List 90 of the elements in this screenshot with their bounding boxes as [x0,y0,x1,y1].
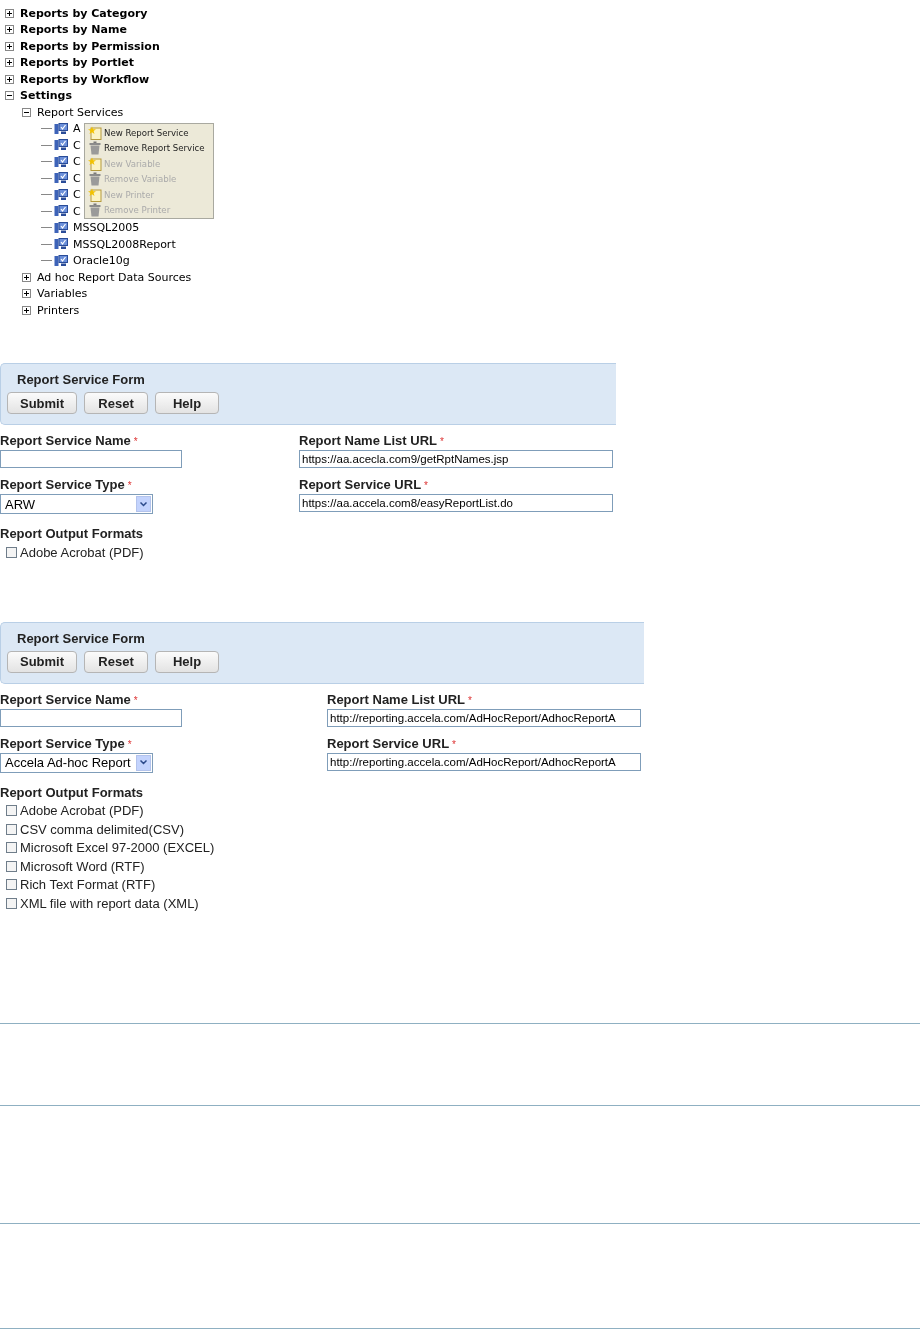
input-field[interactable]: https://aa.acecla.com9/getRptNames.jsp [299,450,613,468]
computer-icon [54,188,68,201]
tree-item[interactable]: C [70,155,81,169]
input-field[interactable]: https://aa.accela.com8/easyReportList.do [299,494,613,512]
input-field[interactable] [0,450,182,468]
form-title: Report Service Form [16,630,146,648]
checkbox-label: Adobe Acrobat (PDF) [20,544,144,560]
checkbox[interactable] [6,879,17,891]
checkbox[interactable] [6,897,17,909]
checkbox-label: CSV comma delimited(CSV) [20,821,184,837]
input-field[interactable]: http://reporting.accela.com/AdHocReport/AdhocReportA [327,752,641,771]
tree-item[interactable]: Reports by Workflow [17,72,150,86]
form-button[interactable]: Reset [84,650,149,673]
tree-item[interactable]: Variables [34,287,88,301]
trash-icon [88,203,102,218]
checkbox-label: Microsoft Excel 97-2000 (EXCEL) [20,840,215,856]
field-label: Report Name List URL * [327,691,473,709]
checkbox-label: Adobe Acrobat (PDF) [20,803,144,819]
tree-item[interactable]: Reports by Name [17,23,127,37]
tree-item[interactable]: A [70,122,81,136]
new-page-icon [88,125,102,140]
form-button[interactable]: Reset [84,392,149,414]
checkbox[interactable] [6,546,17,558]
field-label: Report Service URL * [327,735,457,753]
expand-icon[interactable] [22,305,31,315]
expand-icon[interactable] [5,41,14,51]
expand-icon[interactable] [5,74,14,84]
tree-item[interactable]: Report Services [34,105,124,119]
form-button[interactable]: Help [155,650,220,673]
tree-item[interactable]: MSSQL2005 [70,221,140,235]
type-dropdown[interactable]: Accela Ad-hoc Report [0,752,153,773]
expand-icon[interactable] [5,25,14,35]
expand-icon[interactable] [5,8,14,18]
computer-icon [54,155,68,168]
computer-icon [54,139,68,152]
computer-icon [54,254,68,267]
tree-item[interactable]: Printers [34,303,80,317]
tree-item[interactable]: Reports by Permission [17,39,160,53]
input-field[interactable]: http://reporting.accela.com/AdHocReport/AdhocReportA [327,708,641,727]
checkbox-label: XML file with report data (XML) [20,895,199,911]
expand-icon[interactable] [22,289,31,299]
computer-icon [54,205,68,218]
form-button[interactable]: Submit [7,650,78,673]
tree-item[interactable]: Oracle10g [70,254,130,268]
computer-icon [54,221,68,234]
field-label: Report Service Type * [0,477,133,494]
tree-item[interactable]: Settings [17,89,72,103]
menu-item[interactable]: Remove Report Service [85,140,213,156]
expand-icon[interactable] [5,58,14,68]
tree-item[interactable]: MSSQL2008Report [70,237,176,251]
computer-icon [54,122,68,135]
menu-item[interactable]: New Report Service [85,125,213,141]
checkbox[interactable] [6,860,17,872]
chevron-icon [140,501,147,507]
checkbox[interactable] [6,842,17,854]
field-label: Report Output Formats [0,784,144,802]
collapse-icon[interactable] [5,91,14,101]
checkbox-label: Rich Text Format (RTF) [20,877,156,893]
field-label: Report Service Name * [0,433,139,450]
checkbox[interactable] [6,805,17,817]
tree-item[interactable]: Reports by Category [17,6,148,20]
new-page-icon [88,156,102,171]
form-button[interactable]: Help [155,392,220,414]
tree-item[interactable]: C [70,138,81,152]
checkbox-label: Microsoft Word (RTF) [20,858,145,874]
checkbox[interactable] [6,823,17,835]
tree-item[interactable]: C [70,171,81,185]
collapse-icon[interactable] [22,107,31,117]
field-label: Report Service URL * [299,477,429,494]
tree-item[interactable]: Ad hoc Report Data Sources [34,270,192,284]
chevron-icon [140,760,147,765]
form-title: Report Service Form [16,372,146,389]
tree-item[interactable]: C [70,188,81,202]
field-label: Report Service Type * [0,735,133,753]
trash-icon [88,141,102,156]
tree-item[interactable]: C [70,204,81,218]
dropdown-button[interactable] [136,754,151,771]
field-label: Report Service Name * [0,691,139,709]
trash-icon [88,172,102,187]
form-button[interactable]: Submit [7,392,78,414]
dropdown-button[interactable] [136,496,151,512]
new-page-icon [88,187,102,202]
field-label: Report Output Formats [0,526,144,543]
input-field[interactable] [0,708,182,727]
computer-icon [54,172,68,185]
tree-item[interactable]: Reports by Portlet [17,56,135,70]
expand-icon[interactable] [22,272,31,282]
type-dropdown[interactable]: ARW [0,494,153,514]
computer-icon [54,238,68,251]
field-label: Report Name List URL * [299,433,445,450]
